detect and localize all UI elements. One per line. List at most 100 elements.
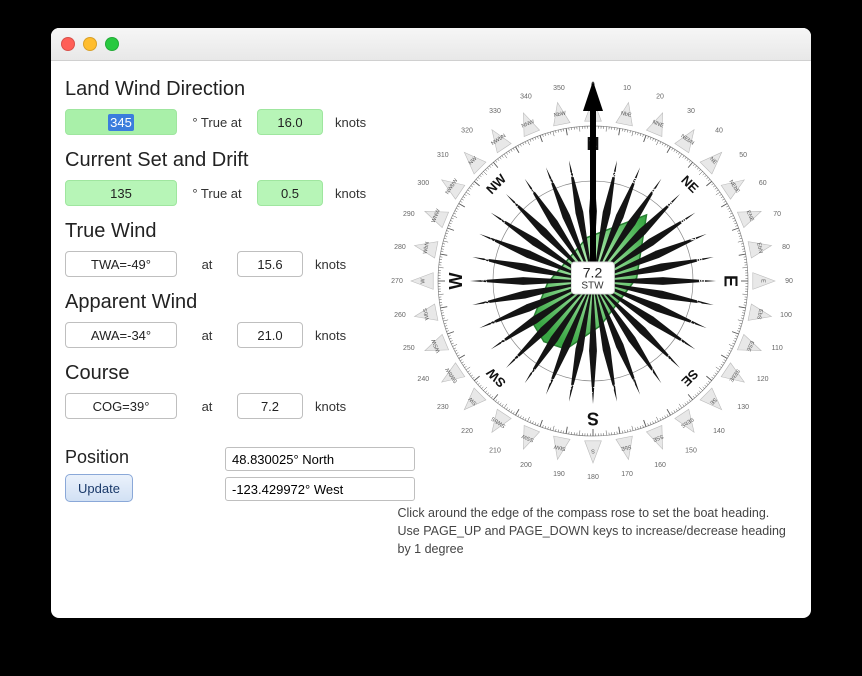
current-speed-input[interactable]: 0.5	[257, 180, 323, 206]
svg-text:7: 7	[688, 236, 698, 244]
svg-text:170: 170	[621, 471, 633, 478]
window-minimize-button[interactable]	[83, 37, 97, 51]
true-wind-mid-label: at	[187, 257, 227, 272]
course-unit: knots	[315, 399, 346, 414]
apparent-wind-awa[interactable]: AWA=-34°	[65, 322, 177, 348]
svg-text:17: 17	[588, 385, 597, 394]
svg-text:W: W	[420, 278, 426, 284]
course-speed[interactable]: 7.2	[237, 393, 303, 419]
svg-text:290: 290	[402, 211, 414, 218]
svg-text:30: 30	[526, 184, 539, 197]
apparent-wind-title: Apparent Wind	[65, 291, 376, 314]
svg-text:350: 350	[553, 85, 565, 92]
course-title: Course	[65, 362, 376, 385]
svg-text:16: 16	[608, 382, 619, 393]
svg-text:32: 32	[566, 169, 577, 180]
svg-text:11: 11	[687, 317, 699, 329]
svg-text:140: 140	[713, 428, 725, 435]
svg-text:50: 50	[739, 152, 747, 159]
svg-text:210: 210	[489, 448, 501, 455]
apparent-wind-mid-label: at	[187, 328, 227, 343]
svg-text:8: 8	[694, 257, 704, 264]
land-wind-mid-label: ° True at	[187, 115, 247, 130]
svg-text:220: 220	[461, 428, 473, 435]
true-wind-twa[interactable]: TWA=-49°	[65, 251, 177, 277]
svg-text:180: 180	[587, 474, 599, 481]
land-wind-unit: knots	[335, 115, 366, 130]
stw-display: 7.2 STW	[570, 261, 614, 294]
svg-text:90: 90	[785, 278, 793, 285]
svg-text:SW: SW	[482, 365, 508, 391]
true-wind-speed[interactable]: 15.6	[237, 251, 303, 277]
svg-text:S: S	[590, 448, 594, 454]
window-close-button[interactable]	[61, 37, 75, 51]
compass-help-text: Click around the edge of the compass ros…	[394, 504, 792, 558]
svg-text:9: 9	[696, 279, 705, 284]
svg-text:250: 250	[402, 345, 414, 352]
left-panel: Land Wind Direction 345 ° True at 16.0 k…	[51, 60, 386, 618]
apparent-wind-speed[interactable]: 21.0	[237, 322, 303, 348]
svg-text:27: 27	[486, 233, 498, 245]
svg-text:300: 300	[417, 180, 429, 187]
svg-text:E: E	[759, 279, 765, 283]
right-panel: 0102030405060708090100110120130140150160…	[386, 60, 811, 618]
svg-text:2: 2	[611, 170, 618, 180]
svg-text:240: 240	[417, 376, 429, 383]
svg-text:60: 60	[758, 180, 766, 187]
svg-text:270: 270	[391, 278, 403, 285]
svg-text:260: 260	[394, 312, 406, 319]
svg-text:31: 31	[545, 175, 557, 187]
svg-text:120: 120	[756, 376, 768, 383]
course-cog[interactable]: COG=39°	[65, 393, 177, 419]
svg-text:80: 80	[782, 244, 790, 251]
svg-text:40: 40	[715, 128, 723, 135]
svg-text:330: 330	[489, 108, 501, 115]
svg-text:160: 160	[654, 462, 666, 469]
land-wind-speed-input[interactable]: 16.0	[257, 109, 323, 135]
stw-value: 7.2	[581, 264, 603, 280]
svg-text:10: 10	[623, 85, 631, 92]
compass-rose[interactable]: 0102030405060708090100110120130140150160…	[388, 76, 798, 486]
land-wind-title: Land Wind Direction	[65, 78, 376, 101]
svg-text:30: 30	[687, 108, 695, 115]
svg-text:S: S	[586, 408, 598, 428]
svg-text:14: 14	[646, 365, 659, 378]
svg-text:10: 10	[693, 297, 704, 308]
land-wind-direction-input[interactable]: 345	[65, 109, 177, 135]
svg-text:18: 18	[566, 382, 577, 393]
apparent-wind-unit: knots	[315, 328, 346, 343]
current-mid-label: ° True at	[187, 186, 247, 201]
true-wind-title: True Wind	[65, 220, 376, 243]
svg-text:320: 320	[461, 128, 473, 135]
svg-text:NE: NE	[678, 172, 702, 196]
svg-text:310: 310	[437, 152, 449, 159]
app-window: Land Wind Direction 345 ° True at 16.0 k…	[51, 28, 811, 618]
update-button[interactable]: Update	[65, 474, 133, 502]
svg-text:100: 100	[780, 312, 792, 319]
window-titlebar	[51, 28, 811, 61]
position-title: Position	[65, 447, 225, 468]
svg-text:SE: SE	[678, 366, 701, 389]
current-direction-input[interactable]: 135	[65, 180, 177, 206]
svg-text:E: E	[720, 275, 740, 287]
svg-text:26: 26	[481, 254, 492, 265]
svg-text:24: 24	[481, 296, 492, 307]
course-mid-label: at	[187, 399, 227, 414]
position-block: Position Update	[65, 447, 376, 507]
svg-text:20: 20	[656, 94, 664, 101]
stw-label: STW	[581, 281, 603, 293]
svg-text:280: 280	[394, 244, 406, 251]
svg-text:340: 340	[520, 94, 532, 101]
svg-text:230: 230	[437, 404, 449, 411]
svg-text:23: 23	[486, 316, 498, 328]
svg-text:NW: NW	[483, 171, 509, 197]
current-unit: knots	[335, 186, 366, 201]
svg-text:190: 190	[553, 471, 565, 478]
svg-text:70: 70	[773, 211, 781, 218]
true-wind-unit: knots	[315, 257, 346, 272]
svg-text:W: W	[445, 273, 465, 290]
window-zoom-button[interactable]	[105, 37, 119, 51]
svg-text:3: 3	[630, 176, 638, 186]
svg-text:130: 130	[737, 404, 749, 411]
svg-text:200: 200	[520, 462, 532, 469]
